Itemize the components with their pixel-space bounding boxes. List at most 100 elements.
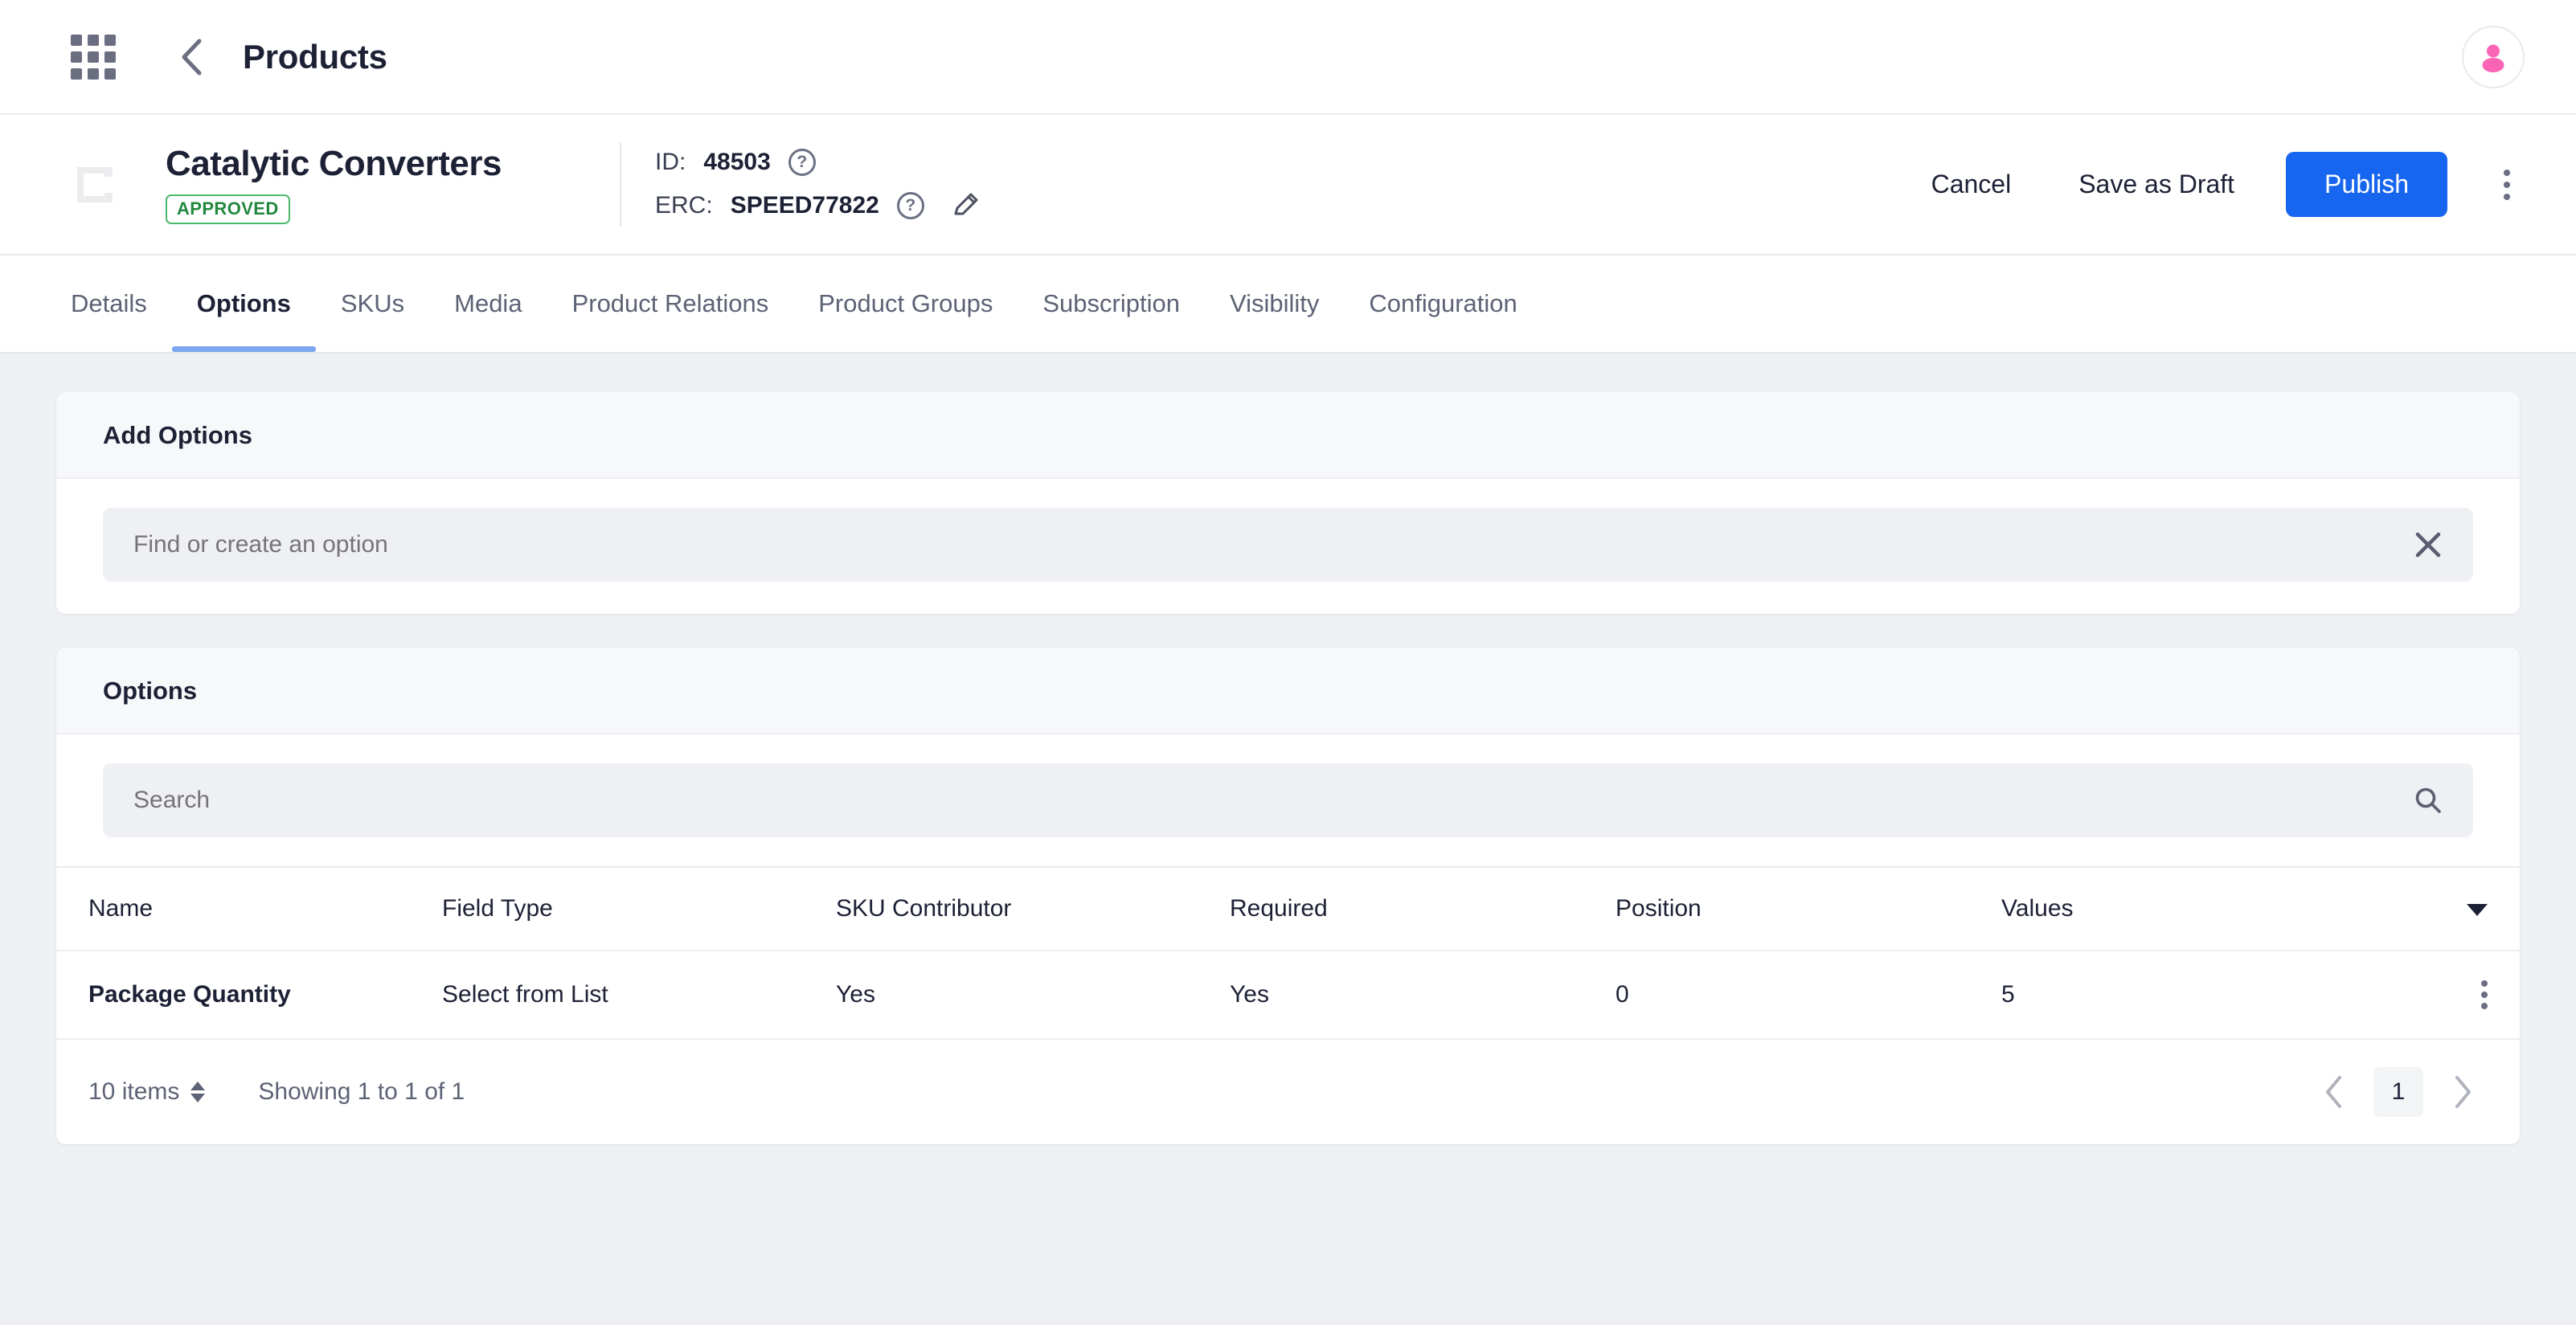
options-table: Name Field Type SKU Contributor Required… xyxy=(56,868,2520,1041)
header-actions: Cancel Save as Draft Publish xyxy=(1898,152,2528,217)
column-header-field-type[interactable]: Field Type xyxy=(442,868,836,951)
product-name: Catalytic Converters xyxy=(166,144,502,184)
table-row[interactable]: Package Quantity Select from List Yes Ye… xyxy=(56,951,2520,1041)
column-header-values[interactable]: Values xyxy=(2001,868,2407,951)
options-search-input[interactable] xyxy=(133,787,2412,814)
tab-label: SKUs xyxy=(340,289,405,317)
publish-button[interactable]: Publish xyxy=(2286,152,2447,217)
product-id-value: 48503 xyxy=(703,148,771,175)
tab-label: Details xyxy=(71,289,147,317)
previous-page-button[interactable] xyxy=(2309,1067,2359,1117)
tab-label: Subscription xyxy=(1042,289,1180,317)
cell-position: 0 xyxy=(1616,951,2001,1041)
cell-values: 5 xyxy=(2001,951,2407,1041)
find-or-create-option-field[interactable] xyxy=(103,508,2473,582)
caret-down-icon xyxy=(2467,904,2488,916)
cell-row-actions xyxy=(2407,951,2520,1041)
tab-skus[interactable]: SKUs xyxy=(316,256,429,352)
up-down-caret-icon xyxy=(190,1082,206,1103)
tab-details[interactable]: Details xyxy=(46,256,172,352)
add-options-card-body xyxy=(56,479,2520,614)
header-more-menu-button[interactable] xyxy=(2486,161,2528,209)
pencil-edit-icon xyxy=(954,193,978,215)
chevron-right-icon xyxy=(2455,1076,2471,1109)
product-erc-row: ERC: SPEED77822 ? xyxy=(655,190,981,221)
column-header-required[interactable]: Required xyxy=(1230,868,1616,951)
tab-visibility[interactable]: Visibility xyxy=(1205,256,1344,352)
tab-subscription[interactable]: Subscription xyxy=(1018,256,1205,352)
status-badge: APPROVED xyxy=(166,194,290,224)
apps-grid-icon[interactable] xyxy=(71,34,116,80)
product-erc-help-icon[interactable]: ? xyxy=(896,191,924,219)
chevron-left-icon xyxy=(2326,1076,2341,1109)
product-tab-bar: Details Options SKUs Media Product Relat… xyxy=(0,256,2576,354)
options-table-wrapper: Name Field Type SKU Contributor Required… xyxy=(56,866,2520,1041)
card-gap xyxy=(56,614,2520,648)
product-erc-label: ERC: xyxy=(655,191,713,219)
options-table-body: Package Quantity Select from List Yes Ye… xyxy=(56,951,2520,1041)
column-header-sort-toggle[interactable] xyxy=(2407,868,2520,951)
product-id-label: ID: xyxy=(655,148,686,175)
product-id-help-icon[interactable]: ? xyxy=(788,148,816,176)
top-navigation-bar: Products xyxy=(0,0,2576,115)
row-more-menu-button[interactable] xyxy=(2481,980,2488,1010)
add-options-title: Add Options xyxy=(103,421,252,449)
tab-label: Configuration xyxy=(1369,289,1517,317)
add-options-card-header: Add Options xyxy=(56,392,2520,479)
items-per-page-selector[interactable]: 10 items xyxy=(88,1078,206,1106)
tab-label: Product Relations xyxy=(571,289,769,317)
options-table-head: Name Field Type SKU Contributor Required… xyxy=(56,868,2520,951)
next-page-button[interactable] xyxy=(2438,1067,2488,1117)
options-card-header: Options xyxy=(56,648,2520,734)
options-table-footer: 10 items Showing 1 to 1 of 1 1 xyxy=(56,1040,2520,1144)
back-button[interactable] xyxy=(174,39,209,75)
pagination-controls: 1 xyxy=(2309,1067,2488,1118)
column-header-name[interactable]: Name xyxy=(56,868,442,951)
cell-field-type: Select from List xyxy=(442,951,836,1041)
product-id-row: ID: 48503 ? xyxy=(655,148,981,176)
close-x-icon xyxy=(2415,532,2441,558)
main-content: Add Options Options xyxy=(0,354,2576,1325)
product-title-block: Catalytic Converters APPROVED xyxy=(166,145,620,224)
edit-erc-button[interactable] xyxy=(950,190,981,221)
tab-media[interactable]: Media xyxy=(429,256,547,352)
tab-product-relations[interactable]: Product Relations xyxy=(547,256,794,352)
clear-option-input-button[interactable] xyxy=(2412,529,2444,561)
table-header-row: Name Field Type SKU Contributor Required… xyxy=(56,868,2520,951)
search-icon xyxy=(2415,787,2441,813)
chevron-left-icon xyxy=(182,39,202,75)
cell-name: Package Quantity xyxy=(56,951,442,1041)
page-title: Products xyxy=(243,37,387,76)
image-placeholder-icon xyxy=(77,166,113,202)
save-as-draft-button[interactable]: Save as Draft xyxy=(2045,157,2268,212)
items-per-page-label: 10 items xyxy=(88,1078,180,1106)
tab-label: Options xyxy=(196,289,291,317)
product-thumbnail xyxy=(71,161,119,209)
showing-range-label: Showing 1 to 1 of 1 xyxy=(258,1078,465,1106)
search-table-gap xyxy=(56,837,2520,866)
tab-label: Media xyxy=(454,289,522,317)
options-search-field[interactable] xyxy=(103,763,2473,837)
cancel-button[interactable]: Cancel xyxy=(1898,157,2046,212)
user-avatar[interactable] xyxy=(2462,25,2525,88)
cell-required: Yes xyxy=(1230,951,1616,1041)
product-header: Catalytic Converters APPROVED ID: 48503 … xyxy=(0,115,2576,256)
column-header-sku-contributor[interactable]: SKU Contributor xyxy=(836,868,1230,951)
page-number-1-button[interactable]: 1 xyxy=(2373,1067,2423,1118)
header-divider xyxy=(620,142,621,227)
add-options-card: Add Options xyxy=(56,392,2520,614)
options-search-button[interactable] xyxy=(2412,784,2444,816)
options-title: Options xyxy=(103,677,198,705)
tab-options[interactable]: Options xyxy=(171,256,316,352)
column-header-position[interactable]: Position xyxy=(1616,868,2001,951)
find-or-create-option-input[interactable] xyxy=(133,531,2412,558)
options-card: Options Search Name Field Type SKU Contr… xyxy=(56,648,2520,1145)
tab-configuration[interactable]: Configuration xyxy=(1344,256,1542,352)
user-avatar-icon xyxy=(2482,44,2504,72)
options-search-area xyxy=(56,734,2520,837)
tab-label: Visibility xyxy=(1229,289,1320,317)
cell-sku-contributor: Yes xyxy=(836,951,1230,1041)
tab-product-groups[interactable]: Product Groups xyxy=(793,256,1018,352)
tab-label: Product Groups xyxy=(818,289,993,317)
product-meta-block: ID: 48503 ? ERC: SPEED77822 ? xyxy=(655,148,981,221)
